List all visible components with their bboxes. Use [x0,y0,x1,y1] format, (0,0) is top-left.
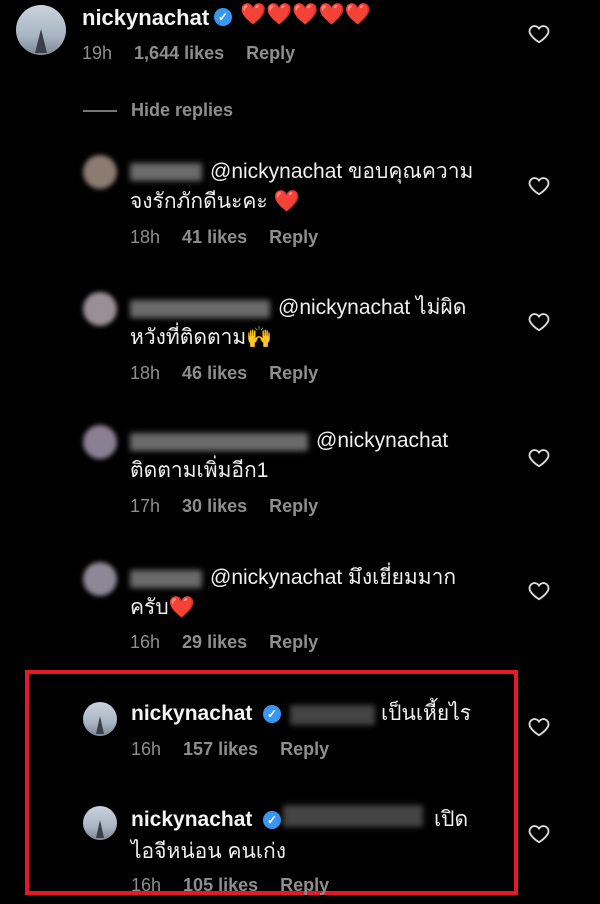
reply-time: 16h [131,875,162,895]
reply-text-line2: หวังที่ติดตาม🙌 [130,326,273,349]
reply-button[interactable]: Reply [280,739,329,759]
reply-button[interactable]: Reply [280,875,329,895]
redacted-text [290,705,375,725]
reply-meta: 16h 105 likes Reply [131,875,351,896]
comment-text: ❤️❤️❤️❤️❤️ [240,3,371,26]
like-heart-icon[interactable] [528,175,550,197]
verified-badge-icon: ✓ [263,811,281,829]
like-heart-icon[interactable] [528,311,550,333]
reply-time: 18h [130,227,161,247]
reply-likes[interactable]: 30 likes [182,496,247,516]
reply-text: @nickynachat ไม่ผิด [278,296,467,319]
reply-likes[interactable]: 41 likes [182,227,247,247]
avatar[interactable] [83,806,117,840]
avatar[interactable] [16,5,66,55]
reply-text-line2: ติดตามเพิ่มอีก1 [130,459,269,482]
avatar[interactable] [83,425,117,459]
reply-meta: 16h 29 likes Reply [130,632,340,653]
reply-button[interactable]: Reply [269,496,318,516]
reply-username[interactable]: nickynachat [131,702,252,726]
like-heart-icon[interactable] [528,580,550,602]
reply-text-line2: ไอจีหน่อน คนเก่ง [131,840,287,863]
reply-text: เปิด [434,808,469,831]
reply-button[interactable]: Reply [246,43,295,63]
reply-text: @nickynachat [316,429,449,452]
reply-meta: 16h 157 likes Reply [131,739,351,760]
like-heart-icon[interactable] [528,23,550,45]
divider-line [83,110,117,112]
reply-text-line2: ครับ❤️ [130,596,195,619]
reply-button[interactable]: Reply [269,363,318,383]
reply-likes[interactable]: 29 likes [182,632,247,652]
reply-username[interactable]: nickynachat [131,808,252,832]
reply-likes[interactable]: 105 likes [183,875,258,895]
verified-badge-icon: ✓ [214,8,232,26]
avatar[interactable] [83,292,117,326]
comment-meta: 19h 1,644 likes Reply [82,43,317,64]
reply-text: @nickynachat มึงเยี่ยมมาก [210,566,457,589]
hide-replies-button[interactable]: Hide replies [131,100,233,121]
reply-button[interactable]: Reply [269,227,318,247]
reply-time: 16h [130,632,161,652]
comment-time: 19h [82,43,113,63]
reply-meta: 18h 41 likes Reply [130,227,340,248]
reply-time: 17h [130,496,161,516]
redacted-username [130,433,308,451]
reply-text: @nickynachat ขอบคุณความ [210,160,474,183]
redacted-username [130,570,202,588]
comment-username[interactable]: nickynachat [82,5,209,31]
like-heart-icon[interactable] [528,716,550,738]
reply-likes[interactable]: 157 likes [183,739,258,759]
reply-text: เป็นเหี้ยไร [381,702,472,725]
reply-time: 16h [131,739,162,759]
reply-time: 18h [130,363,161,383]
like-heart-icon[interactable] [528,823,550,845]
reply-text-line2: จงรักภักดีนะคะ ❤️ [130,190,300,213]
verified-badge-icon: ✓ [263,705,281,723]
reply-meta: 17h 30 likes Reply [130,496,340,517]
redacted-text [283,805,423,827]
reply-button[interactable]: Reply [269,632,318,652]
like-heart-icon[interactable] [528,447,550,469]
reply-likes[interactable]: 46 likes [182,363,247,383]
avatar[interactable] [83,155,117,189]
avatar[interactable] [83,562,117,596]
reply-meta: 18h 46 likes Reply [130,363,340,384]
redacted-username [130,300,270,318]
comment-likes[interactable]: 1,644 likes [134,43,224,63]
avatar[interactable] [83,702,117,736]
redacted-username [130,163,202,181]
